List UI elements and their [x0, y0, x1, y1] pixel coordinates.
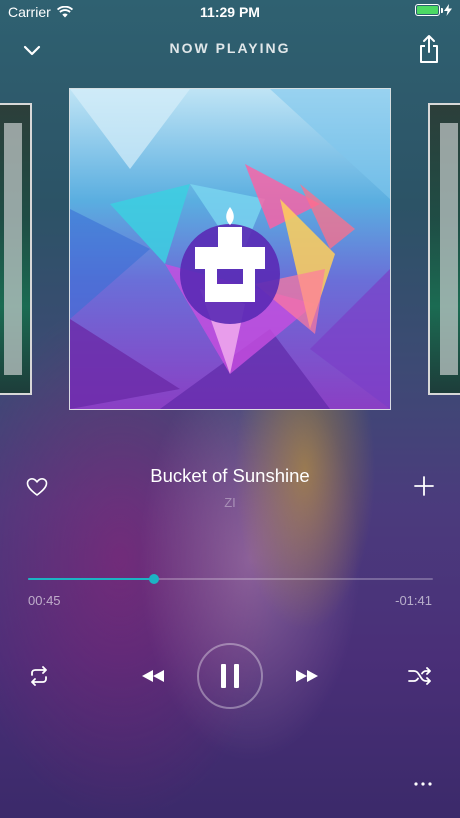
rewind-button[interactable]: [140, 666, 166, 686]
next-album-art[interactable]: [428, 103, 460, 395]
status-time: 11:29 PM: [200, 4, 260, 20]
battery-group: [415, 4, 452, 16]
charging-bolt-icon: [444, 4, 452, 16]
battery-icon: [415, 4, 443, 16]
pause-button[interactable]: [197, 643, 263, 709]
battery-level: [417, 6, 438, 14]
elapsed-time: 00:45: [28, 593, 61, 608]
more-button[interactable]: [410, 776, 436, 792]
progress-bar[interactable]: [28, 570, 433, 588]
shuffle-icon: [408, 667, 431, 685]
previous-album-art[interactable]: [0, 103, 32, 395]
track-title: Bucket of Sunshine: [150, 465, 310, 486]
fast-forward-icon: [296, 670, 318, 682]
remaining-time: -01:41: [395, 593, 432, 608]
progress-fill: [28, 578, 154, 580]
repeat-button[interactable]: [26, 664, 52, 688]
fast-forward-button[interactable]: [294, 666, 320, 686]
album-art: [69, 88, 391, 410]
repeat-icon: [31, 666, 47, 686]
page-title: NOW PLAYING: [169, 40, 291, 56]
track-artist[interactable]: ZI: [0, 495, 460, 510]
more-icon: [414, 782, 432, 786]
pause-icon: [221, 664, 239, 688]
progress-knob[interactable]: [148, 574, 159, 584]
status-bar: Carrier 11:29 PM: [0, 0, 460, 24]
shuffle-button[interactable]: [406, 664, 434, 688]
add-icon[interactable]: [414, 476, 434, 496]
share-icon[interactable]: [418, 34, 440, 64]
now-playing-header: NOW PLAYING: [0, 30, 460, 70]
rewind-icon: [142, 670, 164, 682]
